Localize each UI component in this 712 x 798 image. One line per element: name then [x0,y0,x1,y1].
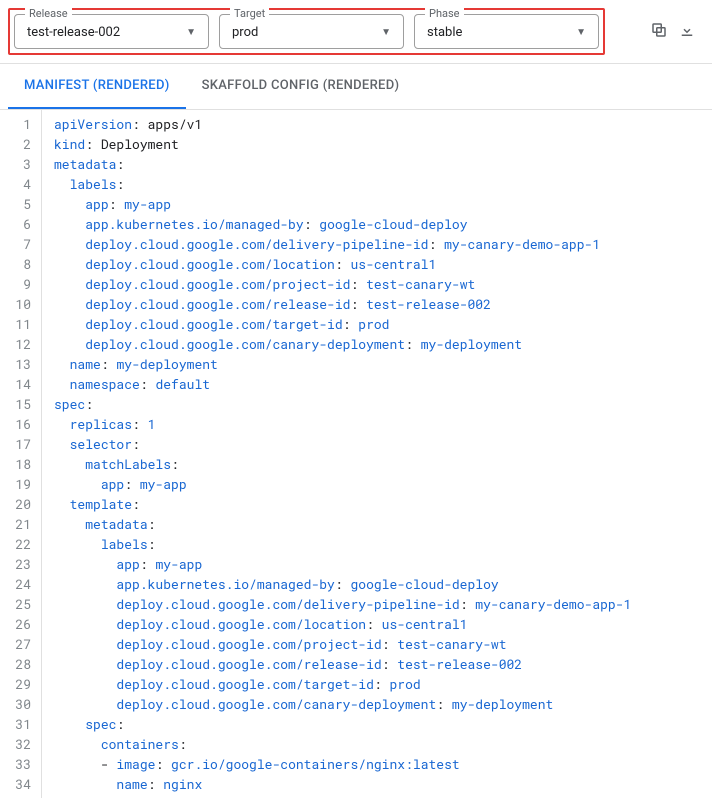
phase-label: Phase [425,7,464,20]
line-number: 23 [6,554,31,574]
code-line: namespace: default [54,374,631,394]
line-number: 2 [6,134,31,154]
line-number: 17 [6,434,31,454]
line-number: 19 [6,474,31,494]
line-number: 20 [6,494,31,514]
code-line: deploy.cloud.google.com/target-id: prod [54,314,631,334]
code-line: deploy.cloud.google.com/delivery-pipelin… [54,594,631,614]
code-line: deploy.cloud.google.com/project-id: test… [54,634,631,654]
code-line: app: my-app [54,474,631,494]
line-number: 18 [6,454,31,474]
line-number: 7 [6,234,31,254]
code-line: deploy.cloud.google.com/location: us-cen… [54,614,631,634]
code-line: app.kubernetes.io/managed-by: google-clo… [54,214,631,234]
line-number: 21 [6,514,31,534]
code-line: metadata: [54,514,631,534]
line-number: 34 [6,774,31,794]
download-icon[interactable] [678,21,696,43]
code-line: deploy.cloud.google.com/target-id: prod [54,674,631,694]
line-number: 26 [6,614,31,634]
code-line: kind: Deployment [54,134,631,154]
code-line: deploy.cloud.google.com/release-id: test… [54,294,631,314]
line-number: 12 [6,334,31,354]
line-number: 32 [6,734,31,754]
phase-dropdown[interactable]: Phase stable ▼ [414,14,599,49]
chevron-down-icon: ▼ [186,27,196,38]
line-number: 14 [6,374,31,394]
tab-skaffold[interactable]: SKAFFOLD CONFIG (RENDERED) [186,64,416,109]
line-number: 29 [6,674,31,694]
chevron-down-icon: ▼ [381,27,391,38]
code-line: deploy.cloud.google.com/canary-deploymen… [54,694,631,714]
code-line: deploy.cloud.google.com/canary-deploymen… [54,334,631,354]
code-line: name: nginx [54,774,631,794]
release-label: Release [25,7,72,20]
code-line: template: [54,494,631,514]
chevron-down-icon: ▼ [576,27,586,38]
code-line: containers: [54,734,631,754]
icon-buttons [650,21,704,43]
code-content: apiVersion: apps/v1kind: Deploymentmetad… [42,110,631,798]
code-line: spec: [54,394,631,414]
line-gutter: 1234567891011121314151617181920212223242… [0,110,42,798]
line-number: 22 [6,534,31,554]
code-line: metadata: [54,154,631,174]
code-line: replicas: 1 [54,414,631,434]
code-line: - image: gcr.io/google-containers/nginx:… [54,754,631,774]
release-value: test-release-002 [27,25,120,40]
line-number: 3 [6,154,31,174]
top-bar: Release test-release-002 ▼ Target prod ▼… [0,0,712,64]
code-line: deploy.cloud.google.com/release-id: test… [54,654,631,674]
code-line: deploy.cloud.google.com/project-id: test… [54,274,631,294]
line-number: 33 [6,754,31,774]
line-number: 27 [6,634,31,654]
code-line: app: my-app [54,194,631,214]
code-area: 1234567891011121314151617181920212223242… [0,109,712,798]
line-number: 6 [6,214,31,234]
line-number: 13 [6,354,31,374]
line-number: 10 [6,294,31,314]
line-number: 16 [6,414,31,434]
code-line: deploy.cloud.google.com/location: us-cen… [54,254,631,274]
line-number: 11 [6,314,31,334]
line-number: 4 [6,174,31,194]
code-line: labels: [54,534,631,554]
line-number: 30 [6,694,31,714]
code-line: labels: [54,174,631,194]
code-line: app.kubernetes.io/managed-by: google-clo… [54,574,631,594]
line-number: 28 [6,654,31,674]
line-number: 5 [6,194,31,214]
line-number: 15 [6,394,31,414]
line-number: 25 [6,594,31,614]
target-dropdown[interactable]: Target prod ▼ [219,14,404,49]
phase-value: stable [427,25,462,40]
line-number: 24 [6,574,31,594]
code-line: matchLabels: [54,454,631,474]
code-line: name: my-deployment [54,354,631,374]
tab-manifest[interactable]: MANIFEST (RENDERED) [8,64,186,109]
line-number: 8 [6,254,31,274]
code-line: apiVersion: apps/v1 [54,114,631,134]
line-number: 9 [6,274,31,294]
line-number: 31 [6,714,31,734]
dropdown-highlight-group: Release test-release-002 ▼ Target prod ▼… [8,8,605,55]
line-number: 1 [6,114,31,134]
code-line: app: my-app [54,554,631,574]
target-label: Target [230,7,269,20]
target-value: prod [232,25,258,40]
tabs: MANIFEST (RENDERED) SKAFFOLD CONFIG (REN… [0,64,712,109]
code-line: deploy.cloud.google.com/delivery-pipelin… [54,234,631,254]
copy-icon[interactable] [650,21,668,43]
code-line: spec: [54,714,631,734]
code-line: selector: [54,434,631,454]
release-dropdown[interactable]: Release test-release-002 ▼ [14,14,209,49]
